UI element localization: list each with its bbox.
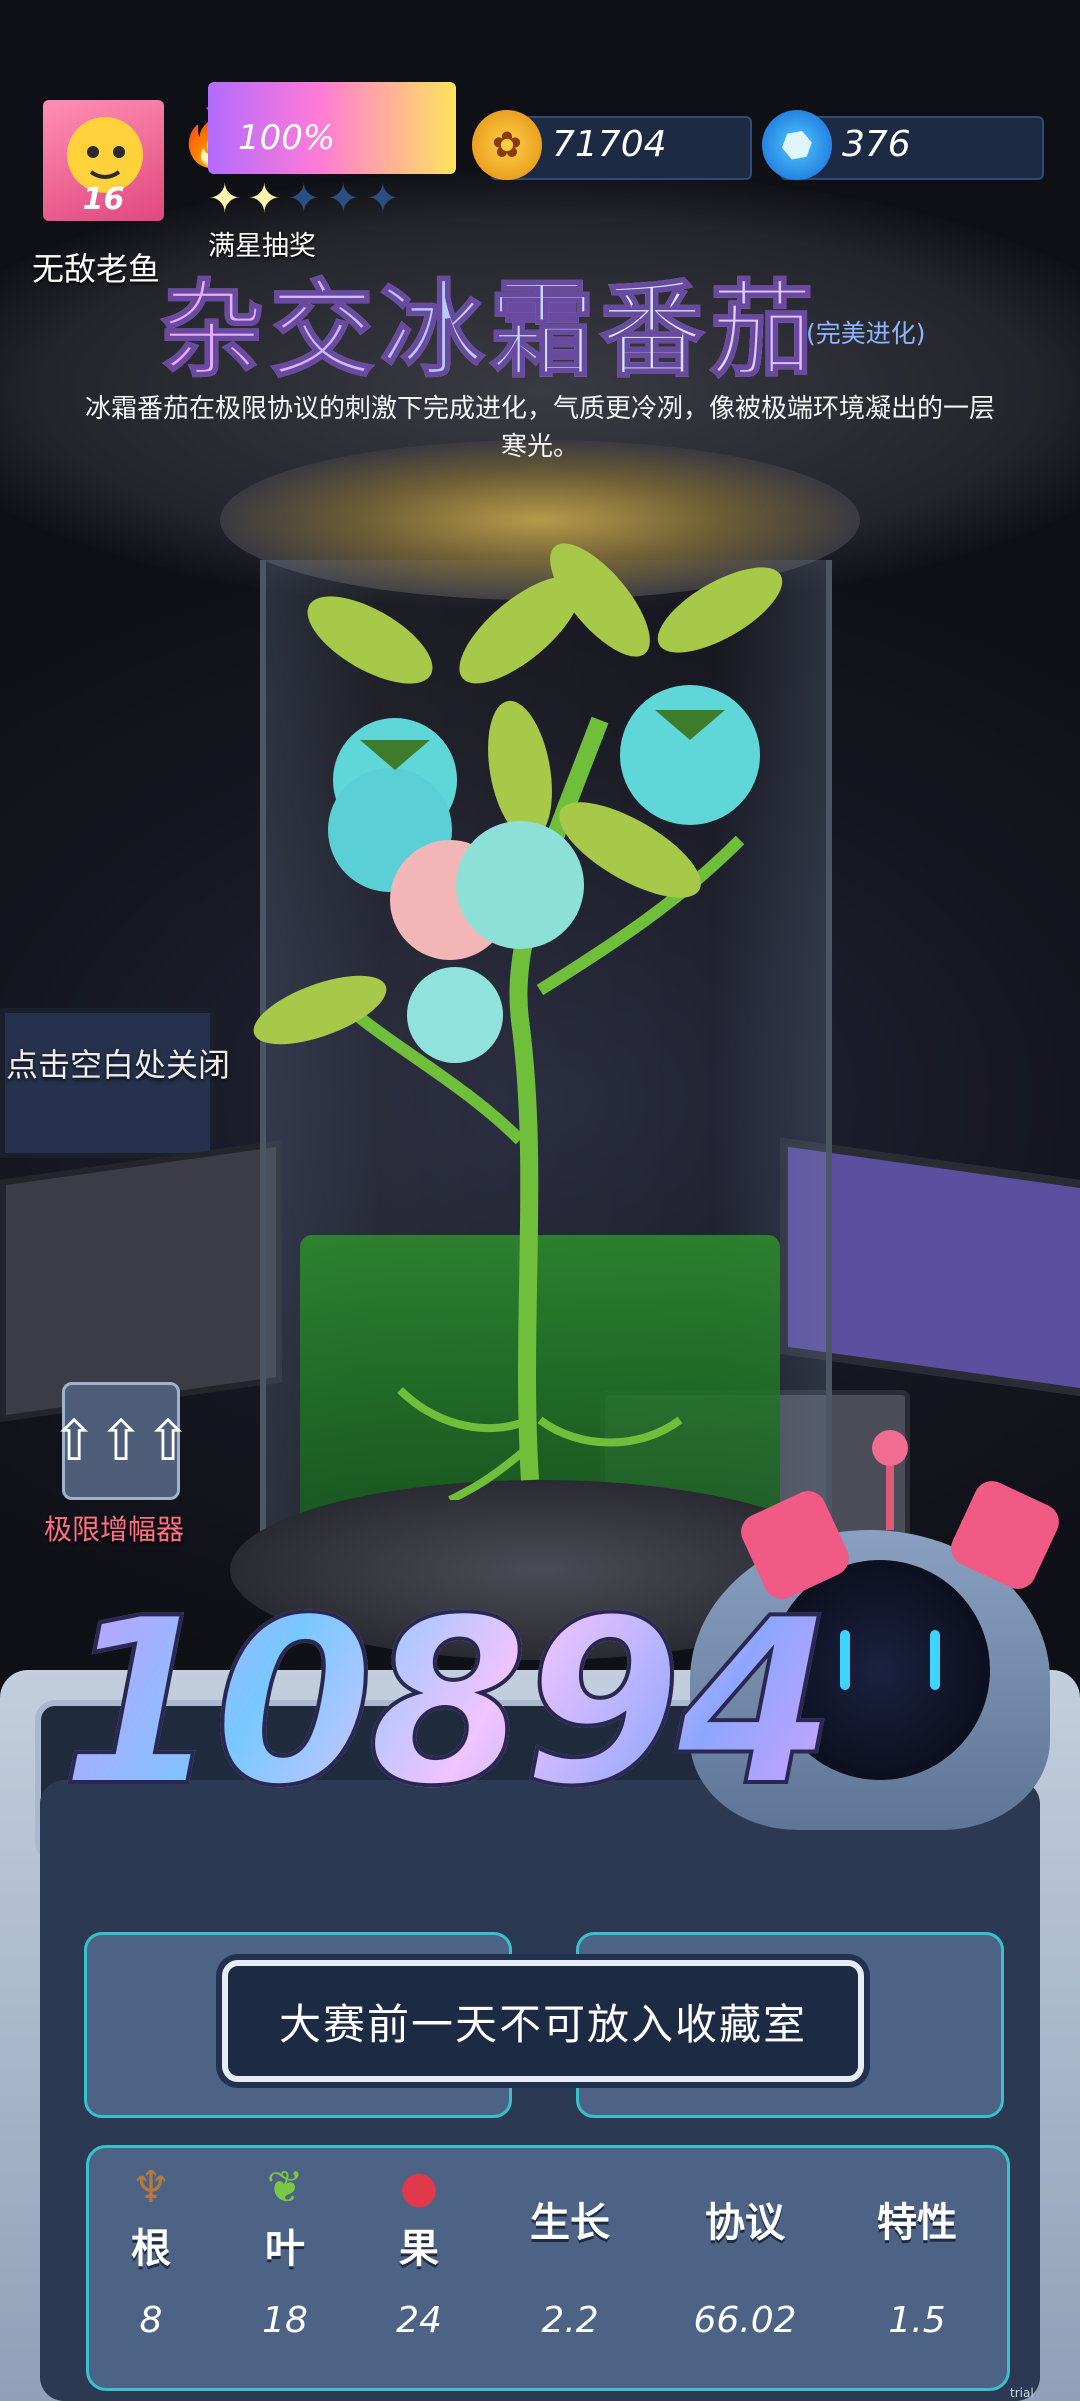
robot-eye-left	[840, 1630, 850, 1690]
leaf-icon: ❦	[266, 2162, 304, 2213]
gem-value: 376	[842, 124, 911, 165]
attr-protocol: 协议	[680, 2190, 810, 2248]
attr-value-protocol: 66.02	[693, 2300, 797, 2341]
attr-leaf: ❦ 叶	[220, 2160, 350, 2274]
star-empty-icon: ✦	[366, 176, 406, 222]
attr-label: 特性	[877, 2200, 957, 2246]
player-name: 无敌老鱼	[32, 250, 161, 288]
player-avatar[interactable]: 16	[43, 100, 164, 221]
attr-fruit: ● 果	[354, 2160, 484, 2274]
total-score: 10894	[58, 1568, 838, 1839]
attr-value-growth: 2.2	[541, 2300, 599, 2341]
evolution-tag: (完美进化)	[806, 319, 926, 348]
star-rating: ✦✦✦✦✦	[208, 176, 406, 222]
gem-icon: ⬢	[752, 100, 842, 190]
coin-counter[interactable]: ✿ 71704	[472, 110, 752, 180]
attr-value-fruit: 24	[396, 2300, 442, 2341]
energy-percent: 100%	[238, 118, 336, 158]
attr-label: 协议	[705, 2200, 785, 2246]
player-level: 16	[82, 182, 125, 217]
watermark: trial version	[1010, 2386, 1054, 2401]
star-filled-icon: ✦	[208, 176, 248, 222]
robot-antenna-ball	[872, 1430, 908, 1466]
attr-value-root: 8	[139, 2300, 163, 2341]
attr-growth: 生长	[505, 2190, 635, 2248]
coin-icon: ✿	[472, 110, 542, 180]
plant-description: 冰霜番茄在极限协议的刺激下完成进化，气质更冷冽，像被极端环境凝出的一层寒光。	[84, 394, 995, 462]
scene-background[interactable]: 16 无敌老鱼 🔥 100% ✦✦✦✦✦ 满星抽奖 ✿ 71704 ⬢ 376 …	[0, 0, 1080, 2401]
attr-label: 根	[131, 2226, 171, 2272]
star-filled-icon: ✦	[247, 176, 288, 222]
gem-counter[interactable]: ⬢ 376	[752, 100, 1044, 190]
attr-root: ♆ 根	[86, 2160, 216, 2274]
attr-label: 叶	[265, 2226, 305, 2272]
plant-title: 杂交冰霜番茄	[159, 245, 820, 396]
attr-label: 果	[399, 2226, 439, 2272]
extreme-amplifier-button[interactable]: ⇧⇧⇧	[51, 1382, 191, 1500]
star-empty-icon: ✦	[326, 176, 367, 222]
attr-trait: 特性	[852, 2190, 982, 2248]
apple-icon: ●	[399, 2162, 439, 2213]
close-hint: 点击空白处关闭	[6, 1046, 231, 1084]
robot-eye-right	[930, 1630, 940, 1690]
toast-message: 大赛前一天不可放入收藏室	[222, 1960, 864, 2082]
attr-value-leaf: 18	[262, 2300, 308, 2341]
coin-value: 71704	[552, 124, 667, 165]
triple-arrow-up-icon: ⇧⇧⇧	[50, 1408, 192, 1474]
frost-tomato-plant-image	[253, 543, 783, 1500]
root-icon: ♆	[131, 2162, 171, 2213]
extreme-amplifier-label: 极限增幅器	[44, 1513, 185, 1546]
attr-value-trait: 1.5	[888, 2300, 946, 2341]
attr-label: 生长	[530, 2200, 610, 2246]
star-empty-icon: ✦	[287, 176, 327, 222]
